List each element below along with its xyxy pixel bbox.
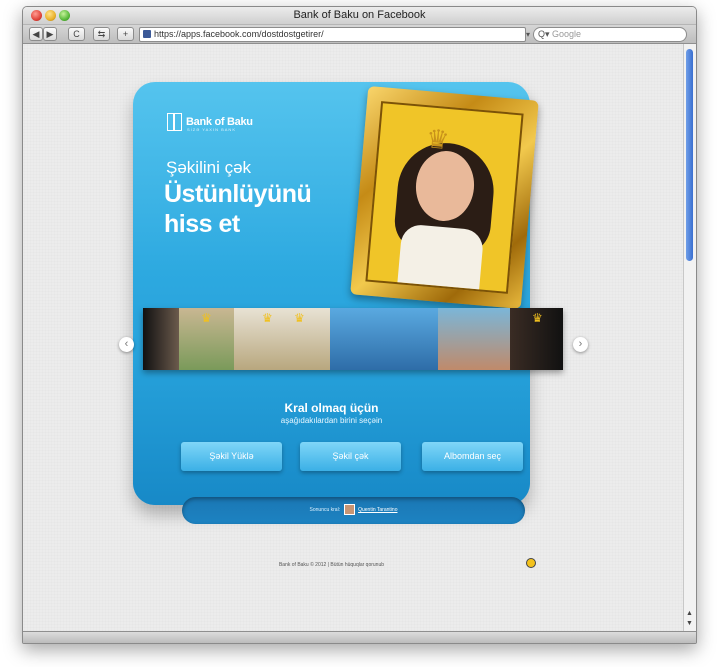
title-bar: Bank of Baku on Facebook bbox=[23, 7, 696, 25]
crown-icon: ♛ bbox=[424, 123, 451, 156]
portrait-body bbox=[396, 223, 485, 294]
carousel-prev-button[interactable]: ‹ bbox=[119, 337, 134, 352]
bank-logo[interactable]: Bank of Baku SİZƏ YAXIN BANK bbox=[167, 113, 253, 133]
info-icon[interactable] bbox=[526, 558, 536, 568]
address-dropdown-icon[interactable]: ▾ bbox=[526, 30, 530, 39]
crown-icon: ♛ bbox=[294, 311, 305, 325]
search-placeholder: Google bbox=[552, 29, 582, 39]
crown-icon: ♛ bbox=[201, 311, 212, 325]
bank-logo-icon bbox=[167, 113, 182, 131]
bank-logo-tagline: SİZƏ YAXIN BANK bbox=[187, 127, 236, 132]
avatar[interactable] bbox=[344, 504, 356, 516]
crown-icon: ♛ bbox=[262, 311, 273, 325]
carousel-photo[interactable]: ♛ ♛ bbox=[234, 308, 330, 370]
status-bar bbox=[23, 631, 696, 643]
scroll-down-icon[interactable]: ▼ bbox=[686, 620, 693, 627]
choose-from-album-button[interactable]: Albomdan seç bbox=[422, 442, 523, 471]
upload-photo-button[interactable]: Şəkil Yüklə bbox=[181, 442, 282, 471]
window-title: Bank of Baku on Facebook bbox=[293, 9, 426, 21]
headline-line-1: Üstünlüyünü bbox=[164, 180, 312, 208]
browser-toolbar: ◀ ▶ C ⇆ + https://apps.facebook.com/dost… bbox=[23, 25, 696, 44]
carousel-next-button[interactable]: › bbox=[573, 337, 588, 352]
footer-text: Bank of Baku © 2012 | Bütün hüquqlar qor… bbox=[278, 562, 385, 568]
add-bookmark-button[interactable]: + bbox=[117, 27, 134, 41]
carousel-photo[interactable]: ♛ bbox=[179, 308, 234, 370]
site-favicon-icon bbox=[143, 30, 151, 38]
cta-title: Kral olmaq üçün bbox=[284, 401, 379, 415]
carousel-photo[interactable]: ♛ bbox=[510, 308, 563, 370]
address-bar[interactable]: https://apps.facebook.com/dostdostgetire… bbox=[139, 27, 526, 42]
photo-carousel[interactable]: ♛ ♛ ♛ ♛ bbox=[143, 308, 563, 370]
subheading: Şəkilini çək bbox=[166, 158, 252, 177]
reload-button[interactable]: C bbox=[68, 27, 85, 41]
forward-button[interactable]: ▶ bbox=[43, 27, 57, 41]
featured-portrait: ♛ bbox=[365, 101, 524, 294]
headline: Üstünlüyünü hiss et bbox=[164, 179, 354, 239]
address-url: https://apps.facebook.com/dostdostgetire… bbox=[154, 29, 324, 39]
cta-subtitle: aşağıdakılardan birini seçəin bbox=[280, 416, 383, 425]
gold-picture-frame: ♛ bbox=[350, 85, 539, 310]
search-icon: Q▾ bbox=[538, 29, 550, 39]
scroll-up-icon[interactable]: ▲ bbox=[686, 610, 693, 617]
carousel-photo[interactable] bbox=[438, 308, 510, 370]
take-photo-button[interactable]: Şəkil çək bbox=[300, 442, 401, 471]
last-king-bar: Sonuncu kral: Quentin Tarantino bbox=[182, 497, 525, 524]
last-king-link[interactable]: Quentin Tarantino bbox=[358, 507, 397, 513]
crown-icon: ♛ bbox=[532, 311, 543, 325]
vertical-scrollbar[interactable]: ▲ ▼ bbox=[683, 44, 696, 631]
carousel-photo[interactable] bbox=[330, 308, 438, 370]
back-button[interactable]: ◀ bbox=[29, 27, 43, 41]
last-king-label: Sonuncu kral: bbox=[309, 507, 341, 513]
headline-line-2: hiss et bbox=[164, 210, 240, 238]
snapback-button[interactable]: ⇆ bbox=[93, 27, 110, 41]
scrollbar-thumb[interactable] bbox=[686, 49, 693, 261]
carousel-photo[interactable] bbox=[143, 308, 179, 370]
search-field[interactable]: Q▾ Google bbox=[533, 27, 687, 42]
